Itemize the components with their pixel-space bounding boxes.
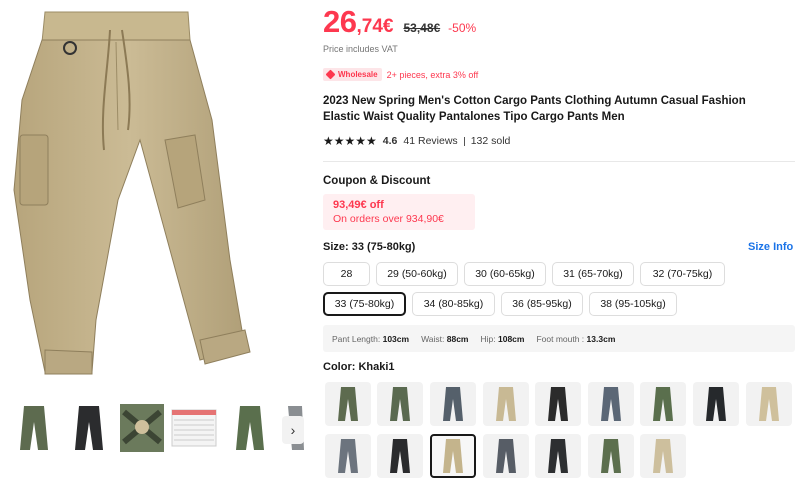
price-cents: ,74€ bbox=[356, 16, 394, 37]
color-swatch[interactable] bbox=[588, 434, 634, 478]
size-option[interactable]: 32 (70-75kg) bbox=[640, 262, 725, 286]
color-swatch[interactable] bbox=[746, 382, 792, 426]
chevron-right-icon[interactable]: › bbox=[282, 416, 304, 444]
thumbnail[interactable] bbox=[170, 402, 218, 454]
size-option[interactable]: 36 (85-95kg) bbox=[501, 292, 583, 316]
product-title: 2023 New Spring Men's Cotton Cargo Pants… bbox=[323, 95, 746, 123]
color-swatch[interactable] bbox=[325, 382, 371, 426]
color-label: Color: Khaki1 bbox=[323, 361, 395, 373]
measure-pant-length: Pant Length: 103cm bbox=[332, 333, 410, 344]
tag-icon bbox=[325, 69, 336, 80]
original-price: 53,48€ bbox=[403, 21, 441, 35]
thumbnail[interactable] bbox=[10, 402, 58, 454]
wholesale-badge: Wholesale bbox=[323, 68, 382, 81]
color-swatch[interactable] bbox=[430, 382, 476, 426]
rating-row: ★★★★★ 4.6 41 Reviews 132 sold bbox=[323, 134, 510, 148]
color-swatch[interactable] bbox=[377, 382, 423, 426]
color-swatch[interactable] bbox=[325, 434, 371, 478]
size-option[interactable]: 30 (60-65kg) bbox=[464, 262, 546, 286]
size-option[interactable]: 38 (95-105kg) bbox=[589, 292, 677, 316]
wholesale-row: Wholesale 2+ pieces, extra 3% off bbox=[323, 68, 478, 81]
coupon-condition: On orders over 934,90€ bbox=[333, 213, 444, 225]
measure-hip: Hip: 108cm bbox=[480, 333, 525, 344]
color-swatch-selected[interactable] bbox=[430, 434, 476, 478]
color-swatch[interactable] bbox=[640, 382, 686, 426]
price-row: 26 ,74€ 53,48€ -50% bbox=[323, 4, 476, 40]
discount-badge: -50% bbox=[448, 21, 477, 35]
divider bbox=[463, 136, 465, 146]
size-label: Size: 33 (75-80kg) bbox=[323, 241, 416, 253]
measure-foot-mouth: Foot mouth : 13.3cm bbox=[536, 333, 616, 344]
thumbnail-strip: › bbox=[0, 402, 305, 454]
star-rating-icon: ★★★★★ bbox=[323, 134, 377, 148]
color-swatch[interactable] bbox=[693, 382, 739, 426]
size-info-link[interactable]: Size Info bbox=[748, 241, 793, 253]
rating-value: 4.6 bbox=[382, 135, 398, 147]
main-product-image[interactable] bbox=[0, 0, 305, 392]
size-option[interactable]: 34 (80-85kg) bbox=[412, 292, 495, 316]
color-swatch[interactable] bbox=[483, 382, 529, 426]
coupon-title: Coupon & Discount bbox=[323, 175, 431, 187]
divider bbox=[323, 161, 795, 162]
color-swatch[interactable] bbox=[535, 382, 581, 426]
measurement-bar: Pant Length: 103cm Waist: 88cm Hip: 108c… bbox=[323, 325, 795, 352]
size-option[interactable]: 28 bbox=[323, 262, 370, 286]
sold-count: 132 sold bbox=[470, 135, 511, 147]
thumbnail[interactable] bbox=[65, 402, 113, 454]
coupon-amount: 93,49€ off bbox=[333, 199, 384, 211]
coupon-card[interactable]: 93,49€ off On orders over 934,90€ bbox=[323, 194, 475, 230]
color-swatch[interactable] bbox=[483, 434, 529, 478]
wholesale-text: 2+ pieces, extra 3% off bbox=[386, 69, 479, 80]
size-option[interactable]: 29 (50-60kg) bbox=[376, 262, 458, 286]
thumbnail[interactable] bbox=[118, 402, 166, 454]
color-swatch[interactable] bbox=[535, 434, 581, 478]
wholesale-badge-label: Wholesale bbox=[338, 70, 378, 79]
size-option[interactable]: 31 (65-70kg) bbox=[552, 262, 634, 286]
color-swatch[interactable] bbox=[588, 382, 634, 426]
measure-waist: Waist: 88cm bbox=[421, 333, 469, 344]
color-swatch[interactable] bbox=[377, 434, 423, 478]
size-option-selected[interactable]: 33 (75-80kg) bbox=[323, 292, 406, 316]
vat-note: Price includes VAT bbox=[323, 44, 398, 54]
thumbnail[interactable] bbox=[226, 402, 274, 454]
color-swatch[interactable] bbox=[640, 434, 686, 478]
price-main: 26 bbox=[323, 4, 357, 39]
reviews-link[interactable]: 41 Reviews bbox=[403, 135, 457, 147]
